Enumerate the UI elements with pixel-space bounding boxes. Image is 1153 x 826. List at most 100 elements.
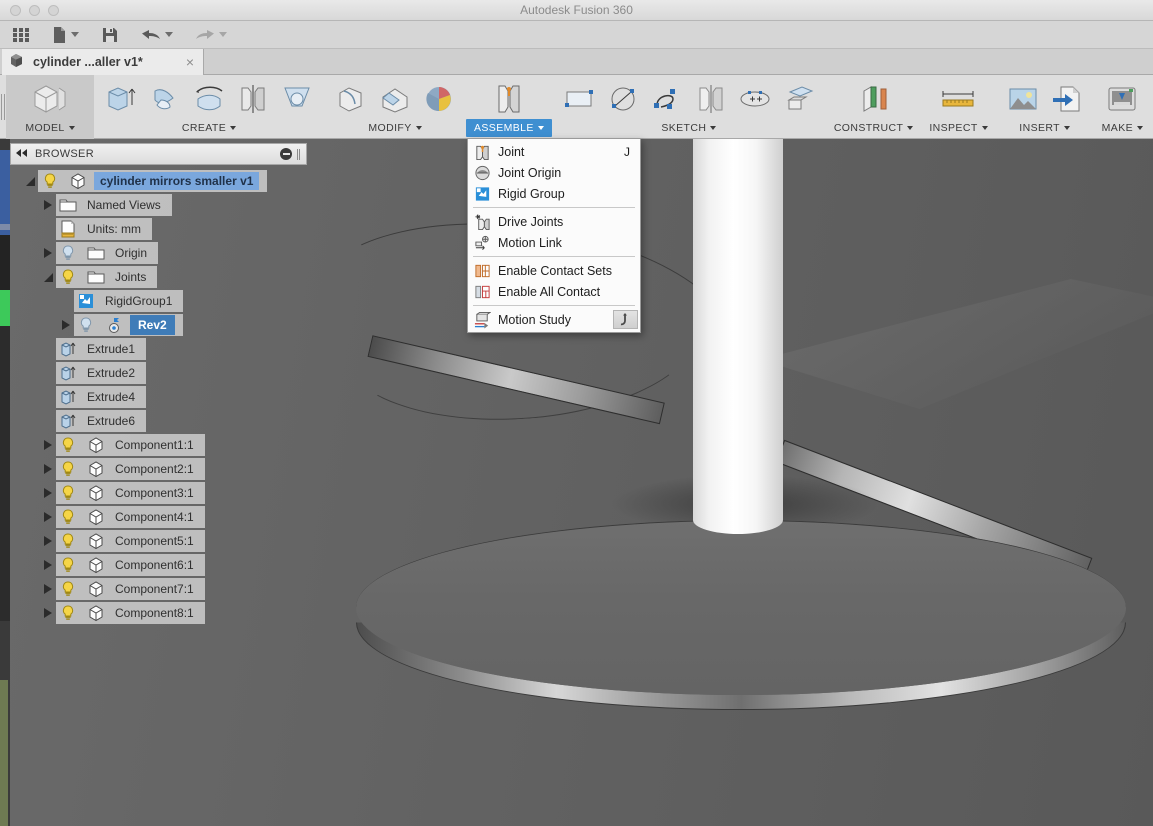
- tree-row[interactable]: Extrude6: [10, 410, 307, 432]
- tree-row[interactable]: Component6:1: [10, 554, 307, 576]
- chevron-down-icon[interactable]: [68, 126, 75, 130]
- panel-resize-grip[interactable]: [297, 148, 300, 160]
- tree-row[interactable]: cylinder mirrors smaller v1: [10, 170, 307, 192]
- spline-icon[interactable]: [646, 79, 688, 119]
- construct-plane-icon[interactable]: [853, 79, 895, 119]
- insert-derive-icon[interactable]: [1046, 79, 1088, 119]
- tree-row[interactable]: RigidGroup1: [10, 290, 307, 312]
- chevron-down-icon[interactable]: [1137, 126, 1143, 130]
- collapsed-twisty-icon[interactable]: [40, 506, 56, 528]
- extrude-icon[interactable]: [100, 79, 142, 119]
- menu-item-enable-all-contact[interactable]: Enable All Contact: [468, 281, 640, 302]
- chamfer-icon[interactable]: [374, 79, 416, 119]
- tree-row[interactable]: Units: mm: [10, 218, 307, 240]
- visibility-bulb-icon[interactable]: [56, 482, 80, 504]
- ribbon-panel-insert-label[interactable]: INSERT: [1011, 119, 1078, 137]
- collapsed-twisty-icon[interactable]: [40, 434, 56, 456]
- collapsed-twisty-icon[interactable]: [40, 458, 56, 480]
- collapsed-twisty-icon[interactable]: [40, 194, 56, 216]
- redo-icon[interactable]: [191, 22, 231, 48]
- app-grid-icon[interactable]: [8, 22, 34, 48]
- sketch-plane-icon[interactable]: [778, 79, 820, 119]
- chevron-down-icon[interactable]: [537, 126, 544, 130]
- chevron-down-icon[interactable]: [71, 32, 79, 37]
- tree-row[interactable]: Origin: [10, 242, 307, 264]
- menu-item-motion-study[interactable]: Motion Study: [468, 309, 640, 330]
- collapsed-twisty-icon[interactable]: [40, 530, 56, 552]
- workspace-selector[interactable]: MODEL: [6, 75, 94, 139]
- chevron-down-icon[interactable]: [1064, 126, 1070, 130]
- tree-row[interactable]: Component8:1: [10, 602, 307, 624]
- sweep-icon[interactable]: [188, 79, 230, 119]
- insert-image-icon[interactable]: [1002, 79, 1044, 119]
- collapse-panel-icon[interactable]: [15, 145, 29, 163]
- motion-study-run-button[interactable]: [613, 310, 638, 329]
- collapsed-twisty-icon[interactable]: [40, 482, 56, 504]
- chevron-down-icon[interactable]: [219, 32, 227, 37]
- menu-item-drive-joints[interactable]: Drive Joints: [468, 211, 640, 232]
- chevron-down-icon[interactable]: [230, 126, 237, 130]
- collapsed-twisty-icon[interactable]: [40, 578, 56, 600]
- visibility-bulb-icon[interactable]: [56, 554, 80, 576]
- appearance-icon[interactable]: [418, 79, 460, 119]
- menu-item-joint-origin[interactable]: Joint Origin: [468, 162, 640, 183]
- close-icon[interactable]: ×: [183, 55, 197, 69]
- tree-row[interactable]: Component3:1: [10, 482, 307, 504]
- tree-row[interactable]: Component4:1: [10, 506, 307, 528]
- tree-row[interactable]: Component5:1: [10, 530, 307, 552]
- visibility-bulb-icon[interactable]: [56, 434, 80, 456]
- ribbon-panel-inspect-label[interactable]: INSPECT: [921, 119, 995, 137]
- new-file-icon[interactable]: [48, 22, 83, 48]
- ribbon-panel-sketch-label[interactable]: SKETCH: [653, 119, 724, 137]
- collapsed-twisty-icon[interactable]: [40, 242, 56, 264]
- tree-row[interactable]: Extrude2: [10, 362, 307, 384]
- tree-row[interactable]: Rev2: [10, 314, 307, 336]
- visibility-bulb-icon[interactable]: [56, 602, 80, 624]
- ribbon-panel-construct-label[interactable]: CONSTRUCT: [826, 119, 922, 137]
- circle-icon[interactable]: [602, 79, 644, 119]
- visibility-bulb-icon[interactable]: [56, 242, 80, 264]
- tree-row[interactable]: Component1:1: [10, 434, 307, 456]
- collapsed-twisty-icon[interactable]: [40, 602, 56, 624]
- menu-item-enable-contact-sets[interactable]: Enable Contact Sets: [468, 260, 640, 281]
- tree-row[interactable]: Named Views: [10, 194, 307, 216]
- chevron-down-icon[interactable]: [710, 126, 717, 130]
- tree-row[interactable]: Extrude1: [10, 338, 307, 360]
- undo-icon[interactable]: [137, 22, 177, 48]
- visibility-bulb-icon[interactable]: [56, 578, 80, 600]
- save-icon[interactable]: [97, 22, 123, 48]
- tree-row[interactable]: Joints: [10, 266, 307, 288]
- fillet-icon[interactable]: [330, 79, 372, 119]
- measure-icon[interactable]: [937, 79, 979, 119]
- chevron-down-icon[interactable]: [165, 32, 173, 37]
- ribbon-panel-make-label[interactable]: MAKE: [1094, 119, 1151, 137]
- visibility-bulb-icon[interactable]: [56, 458, 80, 480]
- collapsed-twisty-icon[interactable]: [40, 554, 56, 576]
- tree-row[interactable]: Component2:1: [10, 458, 307, 480]
- menu-item-rigid-group[interactable]: Rigid Group: [468, 183, 640, 204]
- tree-row[interactable]: Component7:1: [10, 578, 307, 600]
- chevron-down-icon[interactable]: [981, 126, 988, 130]
- collapsed-twisty-icon[interactable]: [58, 314, 74, 336]
- visibility-bulb-icon[interactable]: [56, 266, 80, 288]
- visibility-bulb-icon[interactable]: [74, 314, 98, 336]
- chevron-down-icon[interactable]: [415, 126, 422, 130]
- loft-icon[interactable]: [276, 79, 318, 119]
- 3d-print-icon[interactable]: [1101, 79, 1143, 119]
- tree-row[interactable]: Extrude4: [10, 386, 307, 408]
- ribbon-panel-modify-label[interactable]: MODIFY: [360, 119, 429, 137]
- mirror-icon[interactable]: [232, 79, 274, 119]
- revolve-icon[interactable]: [144, 79, 186, 119]
- ribbon-panel-assemble-label[interactable]: ASSEMBLE: [466, 119, 552, 137]
- rectangle-icon[interactable]: [558, 79, 600, 119]
- visibility-bulb-icon[interactable]: [56, 530, 80, 552]
- model-workspace-icon[interactable]: [22, 79, 78, 119]
- visibility-bulb-icon[interactable]: [56, 506, 80, 528]
- workspace-label[interactable]: MODEL: [17, 119, 82, 137]
- ribbon-panel-create-label[interactable]: CREATE: [174, 119, 244, 137]
- document-tab[interactable]: cylinder ...aller v1* ×: [2, 49, 204, 75]
- menu-item-joint[interactable]: Joint J: [468, 141, 640, 162]
- sketch-mirror-icon[interactable]: [690, 79, 732, 119]
- expanded-twisty-icon[interactable]: [22, 170, 38, 192]
- menu-item-motion-link[interactable]: Motion Link: [468, 232, 640, 253]
